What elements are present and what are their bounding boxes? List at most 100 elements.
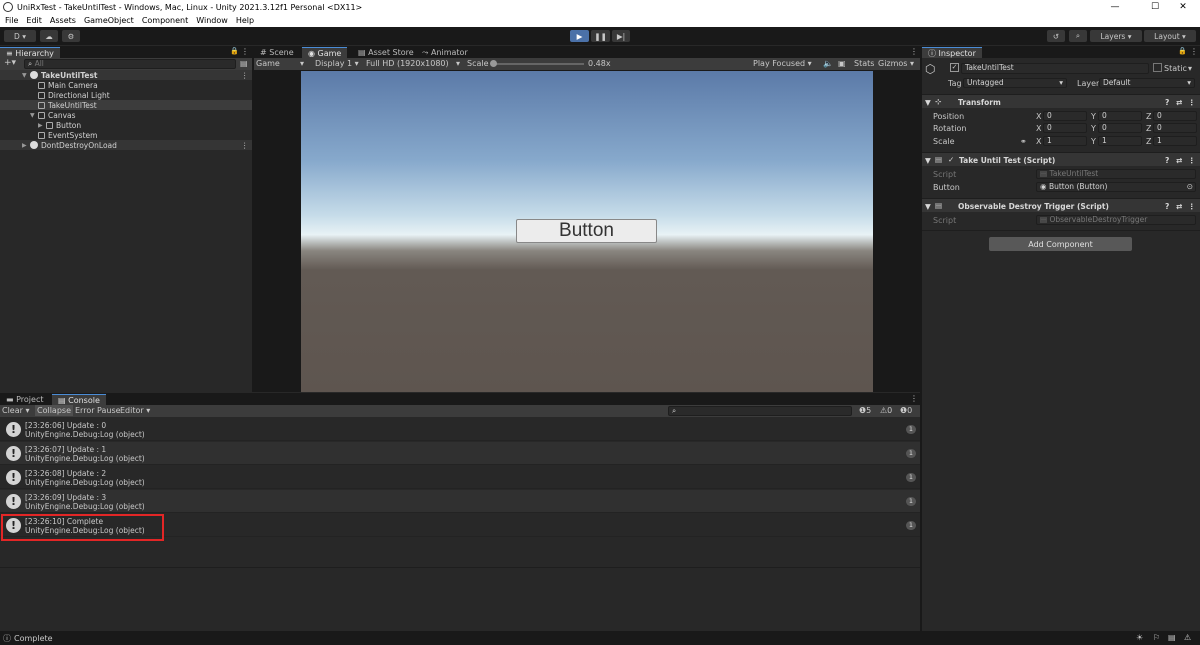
foldout-arrow-icon[interactable]: ▼ <box>925 156 931 165</box>
add-icon[interactable]: +▾ <box>4 58 16 68</box>
hierarchy-item-takeuntiltest[interactable]: TakeUntilTest <box>0 100 252 110</box>
error-count-toggle[interactable]: ❶0 <box>900 406 912 415</box>
hierarchy-search-input[interactable]: ⌕ All <box>24 59 236 69</box>
active-checkbox[interactable]: ✓ <box>950 63 959 72</box>
console-entry[interactable]: ! [23:26:07] Update : 1 UnityEngine.Debu… <box>0 442 920 465</box>
rotation-y-field[interactable]: 0 <box>1098 123 1142 133</box>
undo-history-icon[interactable]: ↺ <box>1047 30 1065 42</box>
screenshot-icon[interactable]: ▣ <box>838 59 846 68</box>
tab-asset-store[interactable]: ▤ Asset Store <box>352 47 420 58</box>
collapse-toggle[interactable]: Collapse <box>35 405 73 416</box>
play-button[interactable]: ▶ <box>570 30 589 42</box>
console-entry[interactable]: ! [23:26:09] Update : 3 UnityEngine.Debu… <box>0 490 920 513</box>
menu-gameobject[interactable]: GameObject <box>84 16 134 25</box>
tag-dropdown[interactable]: Untagged ▾ <box>963 78 1067 88</box>
gizmos-dropdown[interactable]: Gizmos ▾ <box>878 59 914 68</box>
collab-icon[interactable]: ⚙ <box>62 30 80 42</box>
game-ui-button[interactable]: Button <box>516 219 657 243</box>
error-pause-toggle[interactable]: Error Pause <box>75 406 121 415</box>
scale-y-field[interactable]: 1 <box>1098 136 1142 146</box>
scale-slider-thumb[interactable] <box>490 60 497 67</box>
mute-audio-icon[interactable]: 🔈 <box>823 59 833 68</box>
menu-component[interactable]: Component <box>142 16 188 25</box>
layout-dropdown[interactable]: Layout ▾ <box>1144 30 1196 42</box>
hierarchy-item-canvas[interactable]: ▼ Canvas <box>0 110 252 120</box>
notification-icon[interactable]: ⚠ <box>1184 633 1191 642</box>
scale-z-field[interactable]: 1 <box>1153 136 1197 146</box>
panel-menu-icon[interactable]: ⋮ <box>241 47 249 56</box>
console-entry[interactable]: ! [23:26:06] Update : 0 UnityEngine.Debu… <box>0 418 920 441</box>
scale-x-field[interactable]: 1 <box>1043 136 1087 146</box>
hierarchy-item-directional-light[interactable]: Directional Light <box>0 90 252 100</box>
play-focused-dropdown[interactable]: Play Focused ▾ <box>753 59 812 68</box>
lock-icon[interactable]: 🔒 <box>1178 47 1187 55</box>
menu-file[interactable]: File <box>5 16 18 25</box>
menu-edit[interactable]: Edit <box>26 16 42 25</box>
hierarchy-item-eventsystem[interactable]: EventSystem <box>0 130 252 140</box>
static-checkbox[interactable] <box>1153 63 1162 72</box>
step-button[interactable]: ▶| <box>612 30 630 42</box>
help-icon[interactable]: ? <box>1165 156 1169 165</box>
search-by-type-icon[interactable]: ▤ <box>240 59 248 68</box>
pause-button[interactable]: ❚❚ <box>591 30 610 42</box>
button-reference-field[interactable]: ◉ Button (Button) ⊙ <box>1036 182 1196 192</box>
enabled-checkbox[interactable]: ✓ <box>948 155 954 164</box>
row-menu-icon[interactable]: ⋮ <box>241 141 249 150</box>
hierarchy-item-button[interactable]: ▶ Button <box>0 120 252 130</box>
panel-menu-icon[interactable]: ⋮ <box>910 394 918 403</box>
row-menu-icon[interactable]: ⋮ <box>241 71 249 80</box>
display-dropdown[interactable]: Display 1 ▾ <box>315 59 359 68</box>
hierarchy-item-main-camera[interactable]: Main Camera <box>0 80 252 90</box>
layer-dropdown[interactable]: Default ▾ <box>1099 78 1195 88</box>
menu-window[interactable]: Window <box>196 16 228 25</box>
tab-animator[interactable]: ⤳ Animator <box>416 47 474 58</box>
preset-icon[interactable]: ⇄ <box>1176 98 1182 107</box>
console-entry[interactable]: ! [23:26:08] Update : 2 UnityEngine.Debu… <box>0 466 920 489</box>
take-until-test-header[interactable]: ▼ ▤ ✓ Take Until Test (Script) ? ⇄ ⋮ <box>922 152 1200 166</box>
tab-inspector[interactable]: ⓘ Inspector <box>922 47 982 58</box>
component-menu-icon[interactable]: ⋮ <box>1188 156 1196 165</box>
clear-button[interactable]: Clear ▾ <box>2 406 29 415</box>
rotation-z-field[interactable]: 0 <box>1153 123 1197 133</box>
network-icon[interactable]: ▤ <box>1168 633 1176 642</box>
object-name-input[interactable]: TakeUntilTest <box>961 63 1149 74</box>
lighting-icon[interactable]: ☀ <box>1136 633 1143 642</box>
resolution-dropdown[interactable]: Full HD (1920x1080) <box>366 59 449 68</box>
tab-project[interactable]: ▬ Project <box>0 394 49 405</box>
log-count-toggle[interactable]: ❶5 <box>859 406 871 415</box>
lock-icon[interactable]: 🔒 <box>230 47 239 55</box>
editor-dropdown[interactable]: Editor ▾ <box>120 406 150 415</box>
game-mode-dropdown-arrow[interactable]: ▾ <box>300 59 304 68</box>
resolution-dropdown-arrow[interactable]: ▾ <box>456 59 460 68</box>
position-x-field[interactable]: 0 <box>1043 111 1087 121</box>
hierarchy-scene-row[interactable]: ▼ TakeUntilTest ⋮ <box>0 70 252 80</box>
position-y-field[interactable]: 0 <box>1098 111 1142 121</box>
console-detail-divider[interactable] <box>0 567 920 568</box>
console-search-input[interactable]: ⌕ <box>668 406 852 416</box>
component-menu-icon[interactable]: ⋮ <box>1188 98 1196 107</box>
component-menu-icon[interactable]: ⋮ <box>1188 202 1196 211</box>
observable-destroy-trigger-header[interactable]: ▼ ▤ Observable Destroy Trigger (Script) … <box>922 198 1200 212</box>
panel-menu-icon[interactable]: ⋮ <box>1190 47 1198 56</box>
help-icon[interactable]: ? <box>1165 98 1169 107</box>
account-dropdown[interactable]: D ▾ <box>4 30 36 42</box>
status-text[interactable]: Complete <box>14 634 53 643</box>
foldout-arrow-icon[interactable]: ▼ <box>925 202 931 211</box>
close-window-button[interactable]: ✕ <box>1166 0 1200 14</box>
object-picker-icon[interactable]: ⊙ <box>1187 183 1193 191</box>
hierarchy-dontdestroyonload-row[interactable]: ▶ DontDestroyOnLoad ⋮ <box>0 140 252 150</box>
preset-icon[interactable]: ⇄ <box>1176 156 1182 165</box>
search-icon[interactable]: ⌕ <box>1069 30 1087 42</box>
foldout-arrow-icon[interactable]: ▼ <box>925 98 931 107</box>
tab-scene[interactable]: # Scene <box>254 47 300 58</box>
rotation-x-field[interactable]: 0 <box>1043 123 1087 133</box>
static-dropdown[interactable]: ▾ <box>1188 64 1192 73</box>
cache-icon[interactable]: ⚐ <box>1153 633 1160 642</box>
transform-header[interactable]: ▼ ⊹ Transform ? ⇄ ⋮ <box>922 94 1200 108</box>
cloud-icon[interactable]: ☁ <box>40 30 58 42</box>
help-icon[interactable]: ? <box>1165 202 1169 211</box>
stats-button[interactable]: Stats <box>854 59 874 68</box>
tab-console[interactable]: ▤ Console <box>52 394 106 405</box>
warning-count-toggle[interactable]: ⚠0 <box>880 406 892 415</box>
panel-menu-icon[interactable]: ⋮ <box>910 47 918 56</box>
